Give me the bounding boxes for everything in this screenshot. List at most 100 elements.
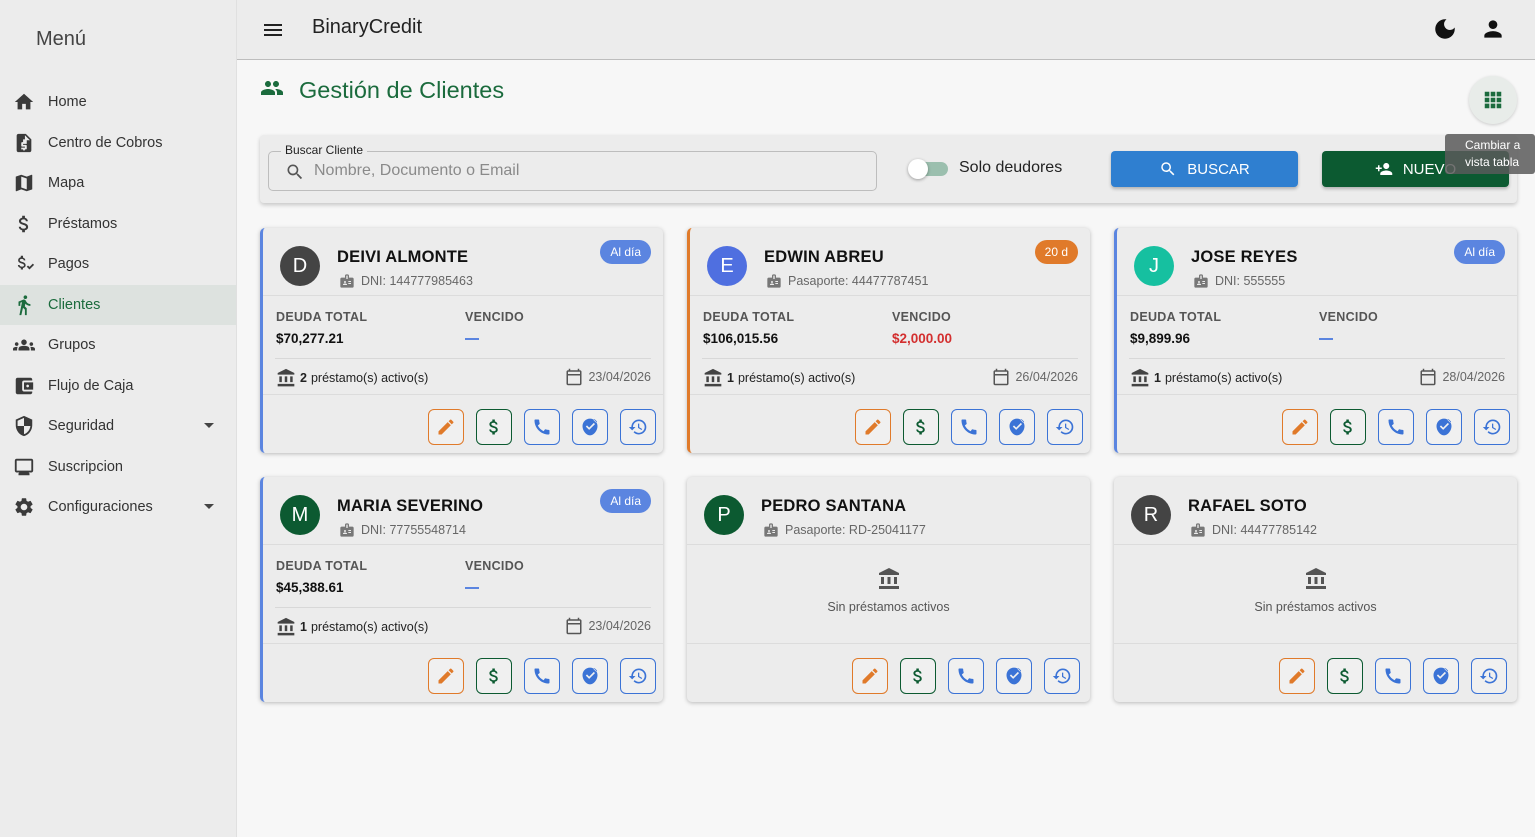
status-badge: 20 d <box>1034 240 1078 264</box>
map-icon <box>13 172 35 194</box>
client-card-header: R RAFAEL SOTO DNI: 44477785142 <box>1114 477 1517 545</box>
edit-button[interactable] <box>1282 409 1318 445</box>
sidebar-item-mapa[interactable]: Mapa <box>0 163 236 204</box>
active-loans-count: 1 <box>1154 371 1161 385</box>
debtors-only-toggle[interactable] <box>908 159 948 179</box>
groups-icon <box>13 334 35 356</box>
verify-button[interactable] <box>999 409 1035 445</box>
account-icon[interactable] <box>1480 16 1506 42</box>
verify-button[interactable] <box>1423 658 1459 694</box>
client-name: DEIVI ALMONTE <box>337 248 469 266</box>
grid-view-toggle-button[interactable] <box>1469 76 1517 124</box>
sidebar-item-prestamos[interactable]: Préstamos <box>0 204 236 245</box>
phone-icon <box>961 419 977 435</box>
client-document: Pasaporte: 44477787451 <box>766 273 928 289</box>
phone-icon <box>1388 419 1404 435</box>
edit-button[interactable] <box>852 658 888 694</box>
sidebar-item-label: Seguridad <box>48 418 115 435</box>
payment-button[interactable] <box>1327 658 1363 694</box>
sidebar-item-suscripcion[interactable]: Suscripcion <box>0 447 236 488</box>
app-title: BinaryCredit <box>312 16 423 38</box>
payment-button[interactable] <box>476 409 512 445</box>
payment-button[interactable] <box>900 658 936 694</box>
call-button[interactable] <box>1378 409 1414 445</box>
person-walking-icon <box>13 294 35 316</box>
verified-tag-icon <box>1009 418 1025 436</box>
sidebar-item-centro-de-cobros[interactable]: Centro de Cobros <box>0 123 236 164</box>
menu-icon[interactable] <box>261 18 285 42</box>
sidebar-item-grupos[interactable]: Grupos <box>0 325 236 366</box>
edit-button[interactable] <box>1279 658 1315 694</box>
id-card-icon <box>1191 523 1205 537</box>
search-panel: Buscar Cliente Solo deudores BUSCAR NUEV… <box>260 135 1517 203</box>
bank-icon <box>1305 568 1326 589</box>
due-date-text: 26/04/2026 <box>1015 370 1078 384</box>
call-button[interactable] <box>524 658 560 694</box>
overdue-empty-dash <box>1319 338 1333 340</box>
history-button[interactable] <box>1474 409 1510 445</box>
divider <box>1129 358 1505 359</box>
edit-button[interactable] <box>855 409 891 445</box>
dollar-icon <box>913 668 922 684</box>
verified-tag-icon <box>1433 667 1449 685</box>
active-loans: 1 préstamo(s) activo(s) <box>1130 368 1282 388</box>
client-card[interactable]: M MARIA SEVERINO DNI: 77755548714 Al día… <box>260 477 663 702</box>
client-document-text: DNI: 77755548714 <box>361 523 466 537</box>
client-card[interactable]: P PEDRO SANTANA Pasaporte: RD-25041177 S… <box>687 477 1090 702</box>
call-button[interactable] <box>948 658 984 694</box>
client-document: DNI: 44477785142 <box>1190 522 1317 538</box>
sidebar-item-clientes[interactable]: Clientes <box>0 284 236 325</box>
dark-mode-icon[interactable] <box>1432 16 1458 42</box>
sidebar-item-flujo-de-caja[interactable]: Flujo de Caja <box>0 366 236 407</box>
total-debt-value: $9,899.96 <box>1130 331 1191 346</box>
avatar: M <box>280 495 320 535</box>
payment-button[interactable] <box>1330 409 1366 445</box>
overdue-label: VENCIDO <box>465 559 525 573</box>
total-debt-value: $45,388.61 <box>276 580 344 595</box>
sidebar-item-pagos[interactable]: Pagos <box>0 244 236 285</box>
sidebar: Menú Home Centro de Cobros Mapa Préstamo… <box>0 0 237 837</box>
edit-button[interactable] <box>428 409 464 445</box>
sidebar-item-label: Centro de Cobros <box>48 134 163 151</box>
search-field[interactable]: Buscar Cliente <box>268 143 877 191</box>
edit-button[interactable] <box>428 658 464 694</box>
history-button[interactable] <box>620 409 656 445</box>
id-card-icon <box>1194 274 1208 288</box>
verify-button[interactable] <box>572 658 608 694</box>
call-button[interactable] <box>951 409 987 445</box>
overdue-label: VENCIDO <box>1319 310 1379 324</box>
view-toggle-tooltip: Cambiar a vista tabla <box>1445 134 1535 174</box>
history-button[interactable] <box>1471 658 1507 694</box>
gear-icon <box>13 496 35 518</box>
history-button[interactable] <box>1047 409 1083 445</box>
active-loans: 1 préstamo(s) activo(s) <box>276 617 428 637</box>
monitor-icon <box>13 456 35 478</box>
client-name: MARIA SEVERINO <box>337 497 484 515</box>
client-card[interactable]: R RAFAEL SOTO DNI: 44477785142 Sin prést… <box>1114 477 1517 702</box>
search-input[interactable] <box>314 160 854 182</box>
payment-button[interactable] <box>903 409 939 445</box>
verify-button[interactable] <box>1426 409 1462 445</box>
verify-button[interactable] <box>996 658 1032 694</box>
client-document-text: DNI: 44477785142 <box>1212 523 1317 537</box>
client-card[interactable]: J JOSE REYES DNI: 555555 Al día DEUDA TO… <box>1114 228 1517 453</box>
sidebar-item-home[interactable]: Home <box>0 82 236 123</box>
client-card[interactable]: D DEIVI ALMONTE DNI: 144777985463 Al día… <box>260 228 663 453</box>
call-button[interactable] <box>524 409 560 445</box>
payment-button[interactable] <box>476 658 512 694</box>
verify-button[interactable] <box>572 409 608 445</box>
sidebar-item-configuraciones[interactable]: Configuraciones <box>0 487 236 528</box>
sidebar-item-seguridad[interactable]: Seguridad <box>0 406 236 447</box>
dollar-icon <box>1343 419 1352 435</box>
client-card[interactable]: E EDWIN ABREU Pasaporte: 44477787451 20 … <box>687 228 1090 453</box>
search-button[interactable]: BUSCAR <box>1111 151 1298 187</box>
client-card-actions <box>263 394 663 453</box>
person-add-icon <box>1375 163 1393 175</box>
sidebar-nav: Home Centro de Cobros Mapa Préstamos Pag… <box>0 82 236 528</box>
history-button[interactable] <box>1044 658 1080 694</box>
bank-icon <box>277 617 295 636</box>
history-button[interactable] <box>620 658 656 694</box>
call-button[interactable] <box>1375 658 1411 694</box>
avatar: J <box>1134 246 1174 286</box>
id-card-icon <box>340 274 354 288</box>
